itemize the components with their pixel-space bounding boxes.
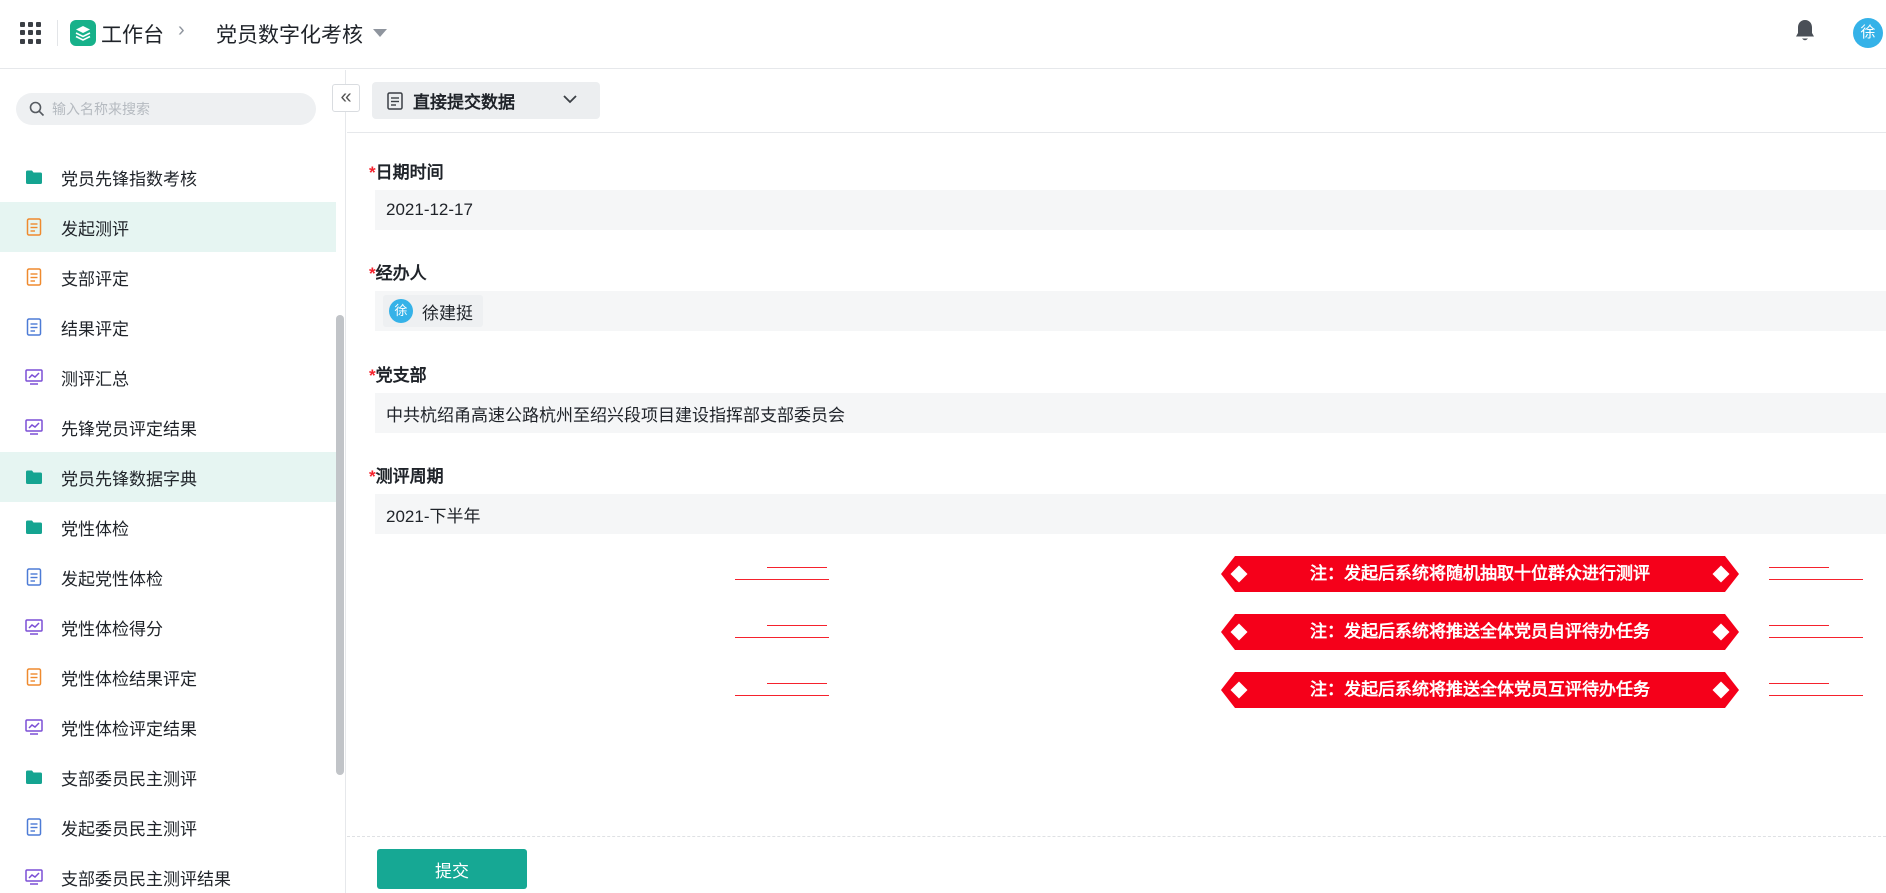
period-input[interactable]: 2021-下半年 — [375, 494, 1886, 534]
required-mark: * — [369, 163, 376, 182]
folder-icon — [24, 467, 44, 487]
sidebar-item[interactable]: 发起委员民主测评 — [0, 802, 336, 852]
top-bar: 工作台 › 党员数字化考核 徐 — [0, 0, 1886, 69]
sidebar-item[interactable]: 党员先锋数据字典 — [0, 452, 336, 502]
sidebar-item[interactable]: 发起测评 — [0, 202, 336, 252]
form-icon — [24, 817, 44, 837]
handler-label: 经办人 — [375, 264, 427, 283]
report-icon — [24, 717, 44, 737]
sidebar-item[interactable]: 测评汇总 — [0, 352, 336, 402]
form-footer: 提交 — [347, 836, 1886, 893]
notice-banner: 注：发起后系统将随机抽取十位群众进行测评 — [735, 556, 1863, 592]
branch-input[interactable]: 中共杭绍甬高速公路杭州至绍兴段项目建设指挥部支部委员会 — [375, 393, 1886, 433]
notice-banner: 注：发起后系统将推送全体党员自评待办任务 — [735, 614, 1863, 650]
notice-text: 注：发起后系统将随机抽取十位群众进行测评 — [1310, 564, 1650, 583]
sidebar-item[interactable]: 党员先锋指数考核 — [0, 152, 336, 202]
chevron-down-icon — [563, 95, 577, 104]
notice-banner: 注：发起后系统将推送全体党员互评待办任务 — [735, 672, 1863, 708]
sidebar-item[interactable]: 发起党性体检 — [0, 552, 336, 602]
form-toolbar: 直接提交数据 — [347, 70, 1886, 133]
sidebar-item[interactable]: 党性体检得分 — [0, 602, 336, 652]
report-icon — [24, 867, 44, 887]
period-field: *测评周期 2021-下半年 — [369, 464, 1886, 534]
submit-button[interactable]: 提交 — [377, 849, 527, 889]
data-view-dropdown[interactable]: 直接提交数据 — [372, 82, 600, 119]
sidebar-item[interactable]: 党性体检 — [0, 502, 336, 552]
date-input[interactable]: 2021-12-17 — [375, 190, 1886, 230]
date-value: 2021-12-17 — [386, 200, 473, 219]
handler-input[interactable]: 徐 徐建挺 — [375, 291, 1886, 331]
form-icon — [24, 317, 44, 337]
bell-icon[interactable] — [1795, 19, 1815, 48]
folder-icon — [24, 767, 44, 787]
sidebar-scrollbar[interactable] — [336, 315, 344, 775]
branch-value: 中共杭绍甬高速公路杭州至绍兴段项目建设指挥部支部委员会 — [386, 405, 845, 425]
form-icon — [24, 267, 44, 287]
required-mark: * — [369, 264, 376, 283]
form-icon — [24, 567, 44, 587]
document-icon — [387, 91, 403, 110]
report-icon — [24, 417, 44, 437]
caret-down-icon[interactable] — [373, 29, 387, 37]
branch-field: *党支部 中共杭绍甬高速公路杭州至绍兴段项目建设指挥部支部委员会 — [369, 363, 1886, 433]
data-view-label: 直接提交数据 — [413, 93, 515, 112]
user-avatar[interactable]: 徐 — [1853, 18, 1883, 48]
workspace-link[interactable]: 工作台 — [101, 19, 164, 49]
person-avatar: 徐 — [389, 299, 413, 323]
notice-text: 注：发起后系统将推送全体党员自评待办任务 — [1310, 622, 1650, 641]
date-label: 日期时间 — [375, 163, 444, 182]
sidebar-item[interactable]: 党性体检评定结果 — [0, 702, 336, 752]
sidebar-item[interactable]: 党性体检结果评定 — [0, 652, 336, 702]
period-label: 测评周期 — [375, 467, 444, 486]
form-icon — [24, 667, 44, 687]
search-icon — [29, 101, 45, 117]
sidebar-menu: 党员先锋指数考核 发起测评 支部评定 结果评定 测评汇总 先锋党员评定结果 党员… — [0, 152, 336, 893]
notice-text: 注：发起后系统将推送全体党员互评待办任务 — [1310, 680, 1650, 699]
workspace-logo-icon[interactable] — [70, 20, 96, 46]
app-title[interactable]: 党员数字化考核 — [216, 19, 363, 49]
sidebar-item[interactable]: 支部委员民主测评 — [0, 752, 336, 802]
folder-icon — [24, 517, 44, 537]
handler-field: *经办人 徐 徐建挺 — [369, 261, 1886, 331]
required-mark: * — [369, 467, 376, 486]
main-content: 直接提交数据 *日期时间 2021-12-17 *经办人 徐 徐建挺 *党支部 … — [347, 70, 1886, 893]
form-icon — [24, 217, 44, 237]
required-mark: * — [369, 366, 376, 385]
period-value: 2021-下半年 — [386, 506, 481, 526]
top-divider — [57, 20, 58, 46]
sidebar: « 党员先锋指数考核 发起测评 支部评定 结果评定 测评汇总 先锋党员评定结果 … — [0, 70, 360, 893]
sidebar-item[interactable]: 支部委员民主测评结果 — [0, 852, 336, 893]
search-box — [16, 93, 316, 125]
app-grid-icon[interactable] — [20, 22, 42, 44]
sidebar-item[interactable]: 支部评定 — [0, 252, 336, 302]
date-field: *日期时间 2021-12-17 — [369, 160, 1886, 230]
search-input[interactable] — [52, 93, 302, 125]
branch-label: 党支部 — [375, 366, 427, 385]
chevron-right-icon: › — [178, 19, 185, 41]
sidebar-item[interactable]: 先锋党员评定结果 — [0, 402, 336, 452]
folder-icon — [24, 167, 44, 187]
sidebar-item[interactable]: 结果评定 — [0, 302, 336, 352]
person-name: 徐建挺 — [422, 303, 473, 323]
report-icon — [24, 367, 44, 387]
person-tag[interactable]: 徐 徐建挺 — [383, 295, 483, 327]
report-icon — [24, 617, 44, 637]
